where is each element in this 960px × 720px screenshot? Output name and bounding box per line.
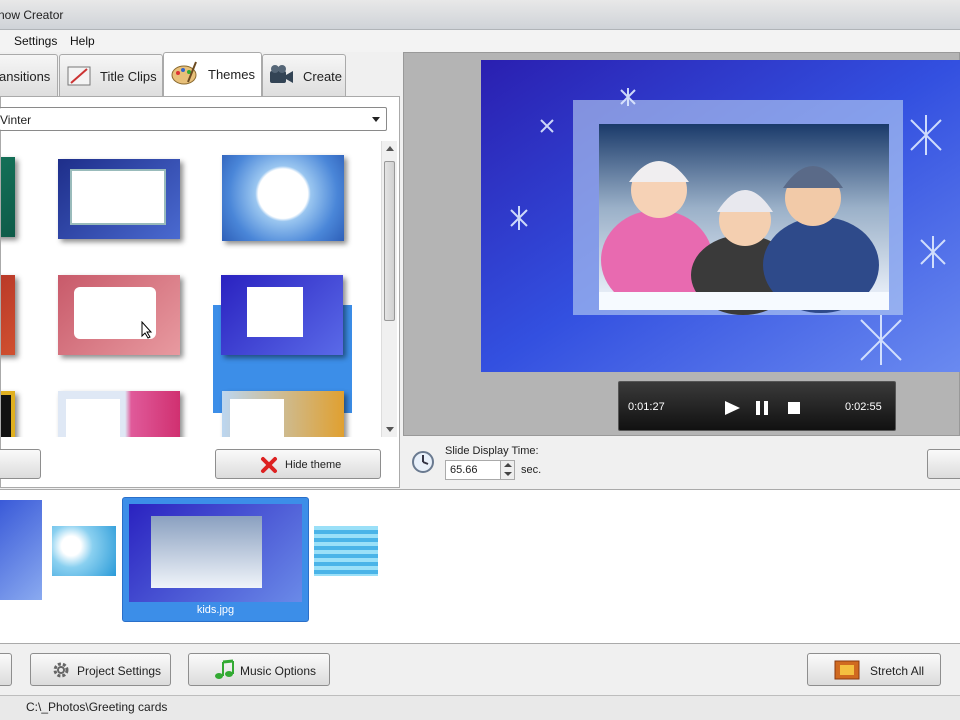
- bottom-toolbar: Project Settings Music Options Stretch A…: [0, 645, 960, 695]
- gear-icon: [53, 662, 69, 678]
- stop-icon[interactable]: [787, 401, 801, 415]
- timeline-slide-image: [129, 504, 302, 602]
- preview-image: [481, 60, 960, 372]
- status-bar: C:\_Photos\Greeting cards: [0, 695, 960, 720]
- theme-grid: [1, 141, 381, 437]
- stretch-all-label: Stretch All: [870, 664, 925, 678]
- spinner-arrows-icon[interactable]: [500, 461, 514, 479]
- pause-icon[interactable]: [755, 400, 769, 416]
- music-options-label: Music Options: [240, 664, 317, 678]
- hide-theme-button[interactable]: Hide theme: [215, 449, 381, 479]
- scroll-down-icon[interactable]: [386, 427, 394, 432]
- timeline-slide-selected[interactable]: kids.jpg: [122, 497, 309, 622]
- tab-title-clips[interactable]: Title Clips: [59, 54, 163, 96]
- theme-thumbnail[interactable]: [221, 275, 343, 355]
- playback-controls: 0:01:27 0:02:55: [618, 381, 896, 431]
- tab-create[interactable]: Create: [262, 54, 346, 96]
- app-window: now Creator Settings Help ansitions Titl…: [0, 0, 960, 720]
- theme-thumbnail[interactable]: [222, 155, 344, 241]
- window-title: now Creator: [0, 8, 64, 22]
- stretch-icon: [834, 660, 860, 680]
- themes-tab-content: Vinter Hide theme: [0, 96, 400, 488]
- tab-transitions[interactable]: ansitions: [0, 54, 58, 96]
- tab-themes[interactable]: Themes: [163, 52, 262, 96]
- theme-thumbnail[interactable]: [1, 157, 15, 237]
- red-x-icon: [261, 457, 277, 473]
- left-cut-button[interactable]: [0, 449, 41, 479]
- theme-thumbnail[interactable]: [222, 391, 344, 437]
- theme-thumbnail[interactable]: [1, 391, 15, 437]
- slide-preview: [481, 60, 960, 372]
- scroll-up-icon[interactable]: [386, 146, 394, 151]
- menu-help[interactable]: Help: [70, 34, 95, 48]
- theme-grid-scrollbar[interactable]: [381, 141, 397, 437]
- timeline-transition[interactable]: [52, 526, 116, 576]
- clock-icon: [412, 451, 434, 473]
- left-cut-toolbar-button[interactable]: [0, 653, 12, 686]
- project-settings-button[interactable]: Project Settings: [30, 653, 171, 686]
- left-panel: ansitions Title Clips Themes Create Vint…: [0, 52, 400, 488]
- hide-theme-label: Hide theme: [285, 459, 342, 471]
- scrollbar-thumb[interactable]: [384, 161, 395, 321]
- title-bar: now Creator: [0, 0, 960, 30]
- slide-display-time-input[interactable]: 65.66: [445, 460, 515, 480]
- elapsed-time: 0:01:27: [628, 401, 665, 413]
- tab-themes-label: Themes: [208, 67, 255, 82]
- slide-display-time-value: 65.66: [450, 464, 478, 476]
- mouse-cursor-icon: [141, 321, 153, 339]
- camcorder-icon: [270, 65, 293, 83]
- theme-category-select[interactable]: Vinter: [0, 107, 387, 131]
- stretch-all-button[interactable]: Stretch All: [807, 653, 941, 686]
- project-settings-label: Project Settings: [77, 664, 162, 678]
- preview-panel: 0:01:27 0:02:55: [403, 52, 960, 436]
- tab-title-clips-label: Title Clips: [100, 69, 157, 84]
- right-cut-button[interactable]: [927, 449, 960, 479]
- music-note-icon: [215, 659, 234, 679]
- play-icon[interactable]: [723, 400, 741, 416]
- theme-category-value: Vinter: [0, 113, 32, 127]
- timeline-slide-caption: kids.jpg: [196, 604, 235, 616]
- theme-thumbnail[interactable]: [1, 275, 15, 355]
- tab-transitions-label: ansitions: [0, 69, 51, 84]
- slide-display-time: Slide Display Time: 65.66 sec.: [403, 436, 960, 488]
- menu-settings[interactable]: Settings: [14, 34, 57, 48]
- timeline-transition[interactable]: [314, 526, 378, 576]
- menu-bar: Settings Help: [0, 30, 960, 52]
- theme-thumbnail[interactable]: [58, 159, 180, 239]
- music-options-button[interactable]: Music Options: [188, 653, 330, 686]
- total-time: 0:02:55: [845, 401, 882, 413]
- palette-icon: [171, 61, 197, 85]
- theme-thumbnail[interactable]: [58, 391, 180, 437]
- theme-thumbnail[interactable]: [58, 275, 180, 355]
- slide-display-time-unit: sec.: [521, 464, 542, 476]
- slide-display-time-label: Slide Display Time:: [445, 445, 539, 457]
- tab-create-label: Create: [303, 69, 343, 84]
- slide-timeline: kids.jpg: [0, 489, 960, 644]
- timeline-slide[interactable]: [0, 500, 42, 600]
- title-clips-icon: [67, 66, 91, 86]
- status-path: C:\_Photos\Greeting cards: [26, 700, 168, 714]
- chevron-down-icon: [372, 117, 380, 122]
